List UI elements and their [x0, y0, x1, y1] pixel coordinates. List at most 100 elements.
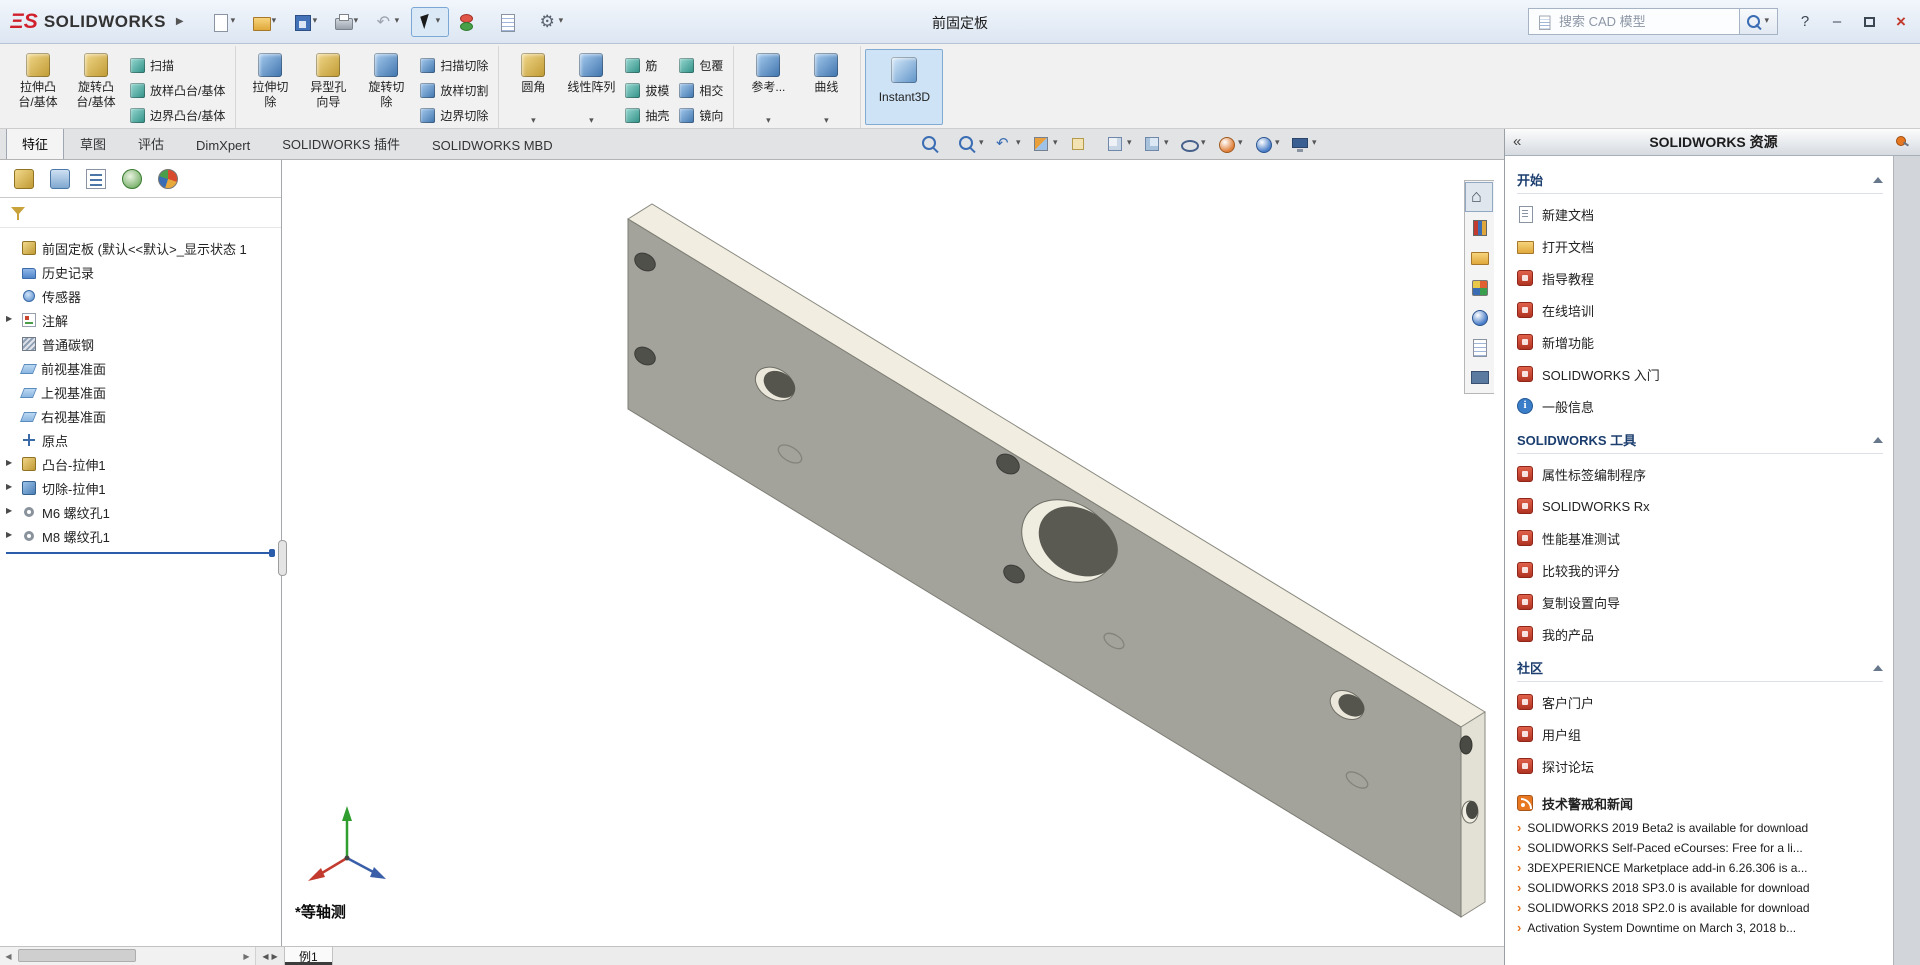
chevron-down-icon[interactable] — [1016, 139, 1024, 149]
view-tool-button[interactable] — [992, 131, 1026, 157]
news-link[interactable]: 3DEXPERIENCE Marketplace add-in 6.26.306… — [1517, 858, 1883, 878]
help-button[interactable]: ? — [1792, 9, 1818, 34]
manager-tab[interactable] — [122, 169, 142, 189]
collapse-panel-icon[interactable]: « — [1513, 133, 1533, 150]
ribbon-button[interactable]: 旋转切 除 — [357, 48, 415, 120]
task-pane-tab[interactable] — [1465, 212, 1493, 242]
ribbon-button-small[interactable]: 边界切除 — [415, 103, 493, 128]
tree-item[interactable]: M6 螺纹孔1 — [0, 500, 281, 524]
search-button[interactable] — [1740, 8, 1778, 35]
task-pane-tab[interactable] — [1465, 332, 1493, 362]
chevron-down-icon[interactable] — [354, 17, 362, 27]
chevron-down-icon[interactable] — [531, 110, 536, 120]
tree-root-item[interactable]: 前固定板 (默认<<默认>_显示状态 1 — [0, 236, 281, 260]
expand-arrow-icon[interactable] — [6, 530, 16, 542]
ribbon-button-small[interactable]: 扫描 — [125, 53, 230, 78]
chevron-down-icon[interactable] — [1053, 139, 1061, 149]
chevron-down-icon[interactable] — [1275, 139, 1283, 149]
resource-link[interactable]: 在线培训 — [1517, 294, 1883, 326]
resource-link[interactable]: SOLIDWORKS 入门 — [1517, 358, 1883, 390]
resource-link[interactable]: 探讨论坛 — [1517, 750, 1883, 782]
toolbar-button[interactable] — [493, 7, 531, 37]
chevron-up-icon[interactable] — [1873, 665, 1883, 671]
resource-link[interactable]: 新建文档 — [1517, 198, 1883, 230]
resource-link[interactable]: 属性标签编制程序 — [1517, 458, 1883, 490]
pin-panel-icon[interactable] — [1894, 134, 1910, 150]
tree-item[interactable]: 凸台-拉伸1 — [0, 452, 281, 476]
command-tab[interactable]: SOLIDWORKS 插件 — [266, 127, 416, 159]
view-tool-button[interactable] — [1140, 131, 1174, 157]
toolbar-button[interactable] — [534, 7, 572, 37]
resource-link[interactable]: 一般信息 — [1517, 390, 1883, 422]
expand-arrow-icon[interactable] — [6, 482, 16, 494]
panel-splitter-handle[interactable] — [278, 540, 287, 576]
model-tab-scroller[interactable]: ◀▶ — [256, 947, 284, 965]
resource-link[interactable]: 打开文档 — [1517, 230, 1883, 262]
toolbar-button[interactable] — [288, 7, 326, 37]
resource-link[interactable]: 用户组 — [1517, 718, 1883, 750]
toolbar-button[interactable] — [411, 7, 449, 37]
task-pane-tab[interactable] — [1465, 362, 1493, 392]
maximize-button[interactable] — [1856, 9, 1882, 34]
filter-funnel-icon[interactable] — [10, 205, 26, 221]
expand-arrow-icon[interactable] — [6, 458, 16, 470]
rollback-bar[interactable] — [6, 552, 273, 554]
task-pane-tab[interactable] — [1465, 302, 1493, 332]
minimize-button[interactable]: – — [1824, 9, 1850, 34]
search-box[interactable] — [1528, 8, 1740, 35]
tree-horizontal-scrollbar[interactable]: ◀ ▶ — [0, 947, 256, 965]
task-pane-scrollbar[interactable] — [1893, 156, 1920, 965]
ribbon-button-small[interactable]: 包覆 — [674, 53, 728, 78]
chevron-down-icon[interactable] — [766, 110, 771, 120]
view-tool-button[interactable] — [1177, 131, 1211, 157]
view-tool-button[interactable] — [1103, 131, 1137, 157]
tree-item[interactable]: 历史记录 — [0, 260, 281, 284]
graphics-viewport[interactable]: *等轴测 — [283, 160, 1504, 946]
manager-tab[interactable] — [14, 169, 34, 189]
ribbon-button[interactable]: 拉伸凸 台/基体 — [9, 48, 67, 120]
task-pane-tab[interactable] — [1465, 182, 1493, 212]
chevron-down-icon[interactable] — [231, 17, 239, 27]
tree-item[interactable]: 传感器 — [0, 284, 281, 308]
chevron-up-icon[interactable] — [1873, 437, 1883, 443]
chevron-down-icon[interactable] — [272, 17, 280, 27]
news-link[interactable]: Activation System Downtime on March 3, 2… — [1517, 918, 1883, 938]
news-link[interactable]: SOLIDWORKS 2019 Beta2 is available for d… — [1517, 818, 1883, 838]
ribbon-button-small[interactable]: 边界凸台/基体 — [125, 103, 230, 128]
manager-tab[interactable] — [158, 169, 178, 189]
chevron-down-icon[interactable] — [313, 17, 321, 27]
news-link[interactable]: SOLIDWORKS Self-Paced eCourses: Free for… — [1517, 838, 1883, 858]
command-tab[interactable]: 特征 — [6, 127, 64, 159]
ribbon-button[interactable]: 拉伸切 除 — [241, 48, 299, 120]
chevron-down-icon[interactable] — [1238, 139, 1246, 149]
tree-item[interactable]: 右视基准面 — [0, 404, 281, 428]
close-button[interactable]: × — [1888, 9, 1914, 34]
manager-tab[interactable] — [50, 169, 70, 189]
tree-item[interactable]: 切除-拉伸1 — [0, 476, 281, 500]
ribbon-button-small[interactable]: 抽壳 — [620, 103, 674, 128]
menu-expander-icon[interactable]: ▶ — [176, 16, 184, 27]
chevron-down-icon[interactable] — [1164, 139, 1172, 149]
command-tab[interactable]: SOLIDWORKS MBD — [416, 131, 569, 159]
command-tab[interactable]: 草图 — [64, 127, 122, 159]
command-tab[interactable]: DimXpert — [180, 131, 266, 159]
part-3d-model[interactable] — [283, 160, 1504, 946]
news-link[interactable]: SOLIDWORKS 2018 SP3.0 is available for d… — [1517, 878, 1883, 898]
ribbon-button-small[interactable]: 放样凸台/基体 — [125, 78, 230, 103]
tree-item[interactable]: 前视基准面 — [0, 356, 281, 380]
ribbon-button[interactable]: 圆角 — [504, 48, 562, 120]
resource-link[interactable]: SOLIDWORKS Rx — [1517, 490, 1883, 522]
expand-arrow-icon[interactable] — [6, 314, 16, 326]
chevron-down-icon[interactable] — [559, 17, 567, 27]
toolbar-button[interactable] — [206, 7, 244, 37]
resource-link[interactable]: 指导教程 — [1517, 262, 1883, 294]
ribbon-button[interactable]: 异型孔 向导 — [299, 48, 357, 120]
ribbon-button[interactable]: 参考... — [739, 48, 797, 120]
chevron-up-icon[interactable] — [1873, 177, 1883, 183]
ribbon-button[interactable]: 旋转凸 台/基体 — [67, 48, 125, 120]
scroll-right-icon[interactable]: ▶ — [238, 947, 255, 965]
chevron-down-icon[interactable] — [395, 17, 403, 27]
command-tab[interactable]: 评估 — [122, 127, 180, 159]
tree-item[interactable]: 原点 — [0, 428, 281, 452]
resource-link[interactable]: 我的产品 — [1517, 618, 1883, 650]
